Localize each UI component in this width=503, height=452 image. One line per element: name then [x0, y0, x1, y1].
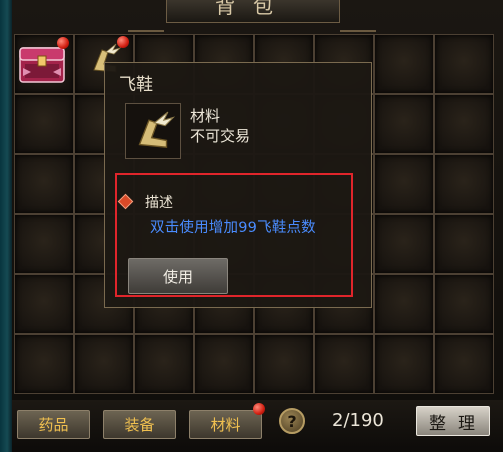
- inventory-slot[interactable]: [194, 334, 254, 394]
- tab-materials[interactable]: 材料: [189, 410, 262, 439]
- inventory-slot[interactable]: [14, 94, 74, 154]
- inventory-slot[interactable]: [374, 274, 434, 334]
- item-icon-frame: [125, 103, 181, 159]
- inventory-slot[interactable]: [254, 334, 314, 394]
- title-ornament-right: [340, 0, 376, 32]
- map-edge-strip: [0, 0, 12, 452]
- inventory-slot[interactable]: [374, 334, 434, 394]
- inventory-slot[interactable]: [14, 214, 74, 274]
- inventory-slot[interactable]: [134, 334, 194, 394]
- description-label: 描述: [145, 195, 173, 211]
- inventory-slot[interactable]: [374, 214, 434, 274]
- inventory-slot[interactable]: [374, 94, 434, 154]
- inventory-slot[interactable]: [434, 334, 494, 394]
- inventory-slot[interactable]: [14, 274, 74, 334]
- window-title-plate: 背包: [166, 0, 340, 23]
- inventory-slot[interactable]: [434, 214, 494, 274]
- capacity-counter: 2/190: [332, 410, 384, 431]
- item-name: 飞鞋: [119, 75, 153, 95]
- description-text: 双击使用增加99飞鞋点数: [150, 220, 316, 236]
- use-button[interactable]: 使用: [128, 258, 228, 294]
- inventory-slot[interactable]: [434, 94, 494, 154]
- item-trade-status: 不可交易: [190, 127, 251, 145]
- tab-equipment[interactable]: 装备: [103, 410, 176, 439]
- inventory-slot[interactable]: [14, 154, 74, 214]
- tab-medicine[interactable]: 药品: [17, 410, 90, 439]
- sort-button[interactable]: 整理: [416, 406, 490, 436]
- winged-boots-icon: [138, 111, 176, 148]
- help-button[interactable]: ?: [279, 408, 305, 434]
- inventory-slot[interactable]: [434, 34, 494, 94]
- inventory-slot[interactable]: [374, 154, 434, 214]
- new-item-dot: [117, 36, 129, 48]
- title-ornament-left: [128, 0, 164, 32]
- window-title: 背包: [215, 0, 291, 18]
- inventory-slot[interactable]: [14, 334, 74, 394]
- inventory-slot[interactable]: [374, 34, 434, 94]
- inventory-slot[interactable]: [434, 154, 494, 214]
- item-type: 材料: [190, 107, 221, 125]
- new-item-dot: [57, 37, 69, 49]
- inventory-slot[interactable]: [314, 334, 374, 394]
- inventory-slot[interactable]: [434, 274, 494, 334]
- new-item-dot: [253, 403, 265, 415]
- inventory-slot[interactable]: [74, 334, 134, 394]
